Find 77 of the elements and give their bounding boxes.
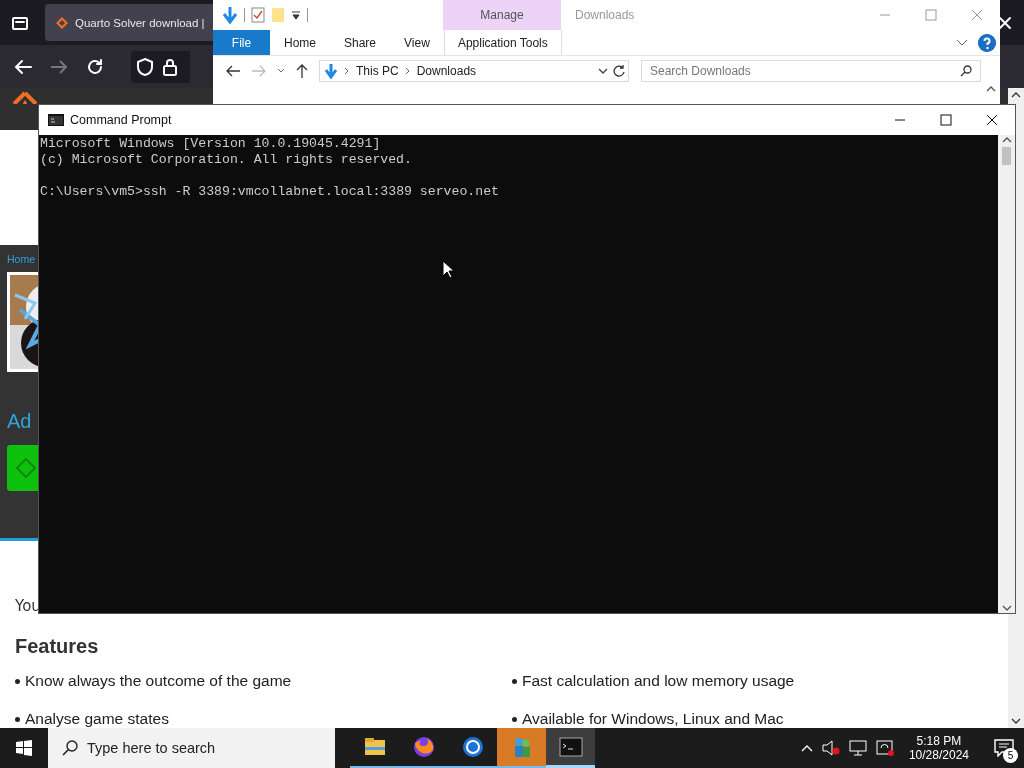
ribbon-tab[interactable]: View: [390, 30, 444, 55]
console-output-line: (c) Microsoft Corporation. All rights reserved.: [40, 152, 413, 168]
feature-text: Fast calculation and low memory usage: [522, 672, 795, 690]
bullet-dot: [15, 716, 20, 722]
fox-globe-icon: [411, 735, 436, 759]
ribbon-tab[interactable]: Home: [270, 30, 330, 55]
refresh-icon[interactable]: [612, 64, 626, 78]
feature-text: Available for Windows, Linux and Mac: [522, 710, 784, 728]
ribbon-tab[interactable]: Share: [330, 30, 391, 55]
diamond-icon: [16, 458, 36, 478]
breadcrumb-item[interactable]: Downloads: [416, 64, 477, 78]
help-icon[interactable]: [978, 33, 996, 52]
feature-text: Know always the outcome of the game: [25, 672, 292, 690]
features-heading: Features: [15, 635, 100, 658]
mouse-pointer-icon: [442, 260, 454, 279]
console-prompt: C:\Users\vm5>: [40, 184, 143, 199]
windows-logo-icon[interactable]: [16, 740, 32, 756]
search-icon: [960, 65, 972, 77]
console-app-icon: [558, 734, 583, 759]
taskbar-app-button[interactable]: [546, 728, 595, 768]
clock[interactable]: 5:18 PM 10/28/2024: [908, 734, 969, 762]
chevron-right-icon: [404, 67, 411, 75]
window-title: Command Prompt: [70, 113, 173, 127]
shield-icon[interactable]: [137, 57, 153, 76]
console-command: ssh -R 3389:vmcollabnet.local:3389 serveo.net: [142, 184, 499, 199]
scroll-down-icon[interactable]: [1001, 603, 1012, 613]
download-arrow-icon[interactable]: [222, 6, 238, 24]
close-icon[interactable]: [986, 114, 998, 126]
tab-list-icon[interactable]: [12, 15, 28, 30]
address-bar[interactable]: [131, 50, 190, 83]
circle-browser-icon: [460, 735, 485, 759]
feature-text: Analyse game states: [25, 710, 169, 728]
ribbon-tab[interactable]: Application Tools: [443, 30, 562, 55]
scroll-up-icon[interactable]: [986, 86, 996, 92]
search-icon: [62, 740, 78, 756]
reload-icon[interactable]: [86, 57, 104, 76]
chevron-down-icon[interactable]: [277, 68, 285, 74]
browser-tab[interactable]: Quarto Solver download |: [45, 4, 213, 41]
back-arrow-icon[interactable]: [225, 64, 241, 78]
search-field[interactable]: Type here to search: [48, 728, 335, 768]
lock-icon: [163, 57, 177, 76]
tab-title: Quarto Solver download |: [75, 16, 205, 29]
section-heading: Ad: [7, 410, 32, 433]
chevron-up-icon[interactable]: [800, 744, 813, 752]
console-app-icon: [48, 114, 64, 126]
breadcrumb-item[interactable]: This PC: [356, 64, 399, 78]
breadcrumb-link[interactable]: Home: [7, 253, 35, 265]
maximize-icon[interactable]: [940, 114, 952, 126]
scroll-down-icon[interactable]: [1011, 718, 1021, 724]
network-icon[interactable]: [848, 740, 867, 756]
download-arrow-icon: [324, 63, 338, 79]
bullet-dot: [512, 678, 517, 684]
clock-date: 10/28/2024: [908, 748, 969, 762]
speaker-muted-icon[interactable]: [821, 740, 840, 756]
forward-arrow-icon[interactable]: [50, 58, 68, 75]
scroll-up-icon[interactable]: [1001, 135, 1012, 145]
scroll-up-icon[interactable]: [1011, 92, 1021, 98]
chevron-right-icon: [344, 67, 350, 75]
chevron-down-icon[interactable]: [956, 38, 968, 47]
notification-icon[interactable]: [994, 739, 1014, 757]
clock-time: 5:18 PM: [916, 734, 962, 748]
chevron-down-icon[interactable]: [598, 67, 608, 75]
caret-icon[interactable]: [291, 10, 301, 20]
properties-icon[interactable]: [251, 7, 265, 23]
notification-badge: 5: [1003, 748, 1018, 763]
bullet-dot: [512, 716, 517, 722]
contextual-tab-header: Manage: [443, 0, 561, 30]
scrollbar-thumb[interactable]: [1002, 147, 1011, 165]
address-bar[interactable]: This PC Downloads: [319, 60, 629, 82]
search-field[interactable]: Search Downloads: [641, 60, 981, 82]
bullet-dot: [15, 678, 20, 684]
up-arrow-icon[interactable]: [295, 63, 309, 79]
diamond-logo-icon: [55, 15, 69, 30]
ribbon-tab[interactable]: File: [213, 30, 270, 55]
sync-icon[interactable]: [875, 740, 894, 756]
console-output-line: Microsoft Windows [Version 10.0.19045.4291]: [40, 136, 382, 152]
window-title: Downloads: [574, 7, 636, 24]
